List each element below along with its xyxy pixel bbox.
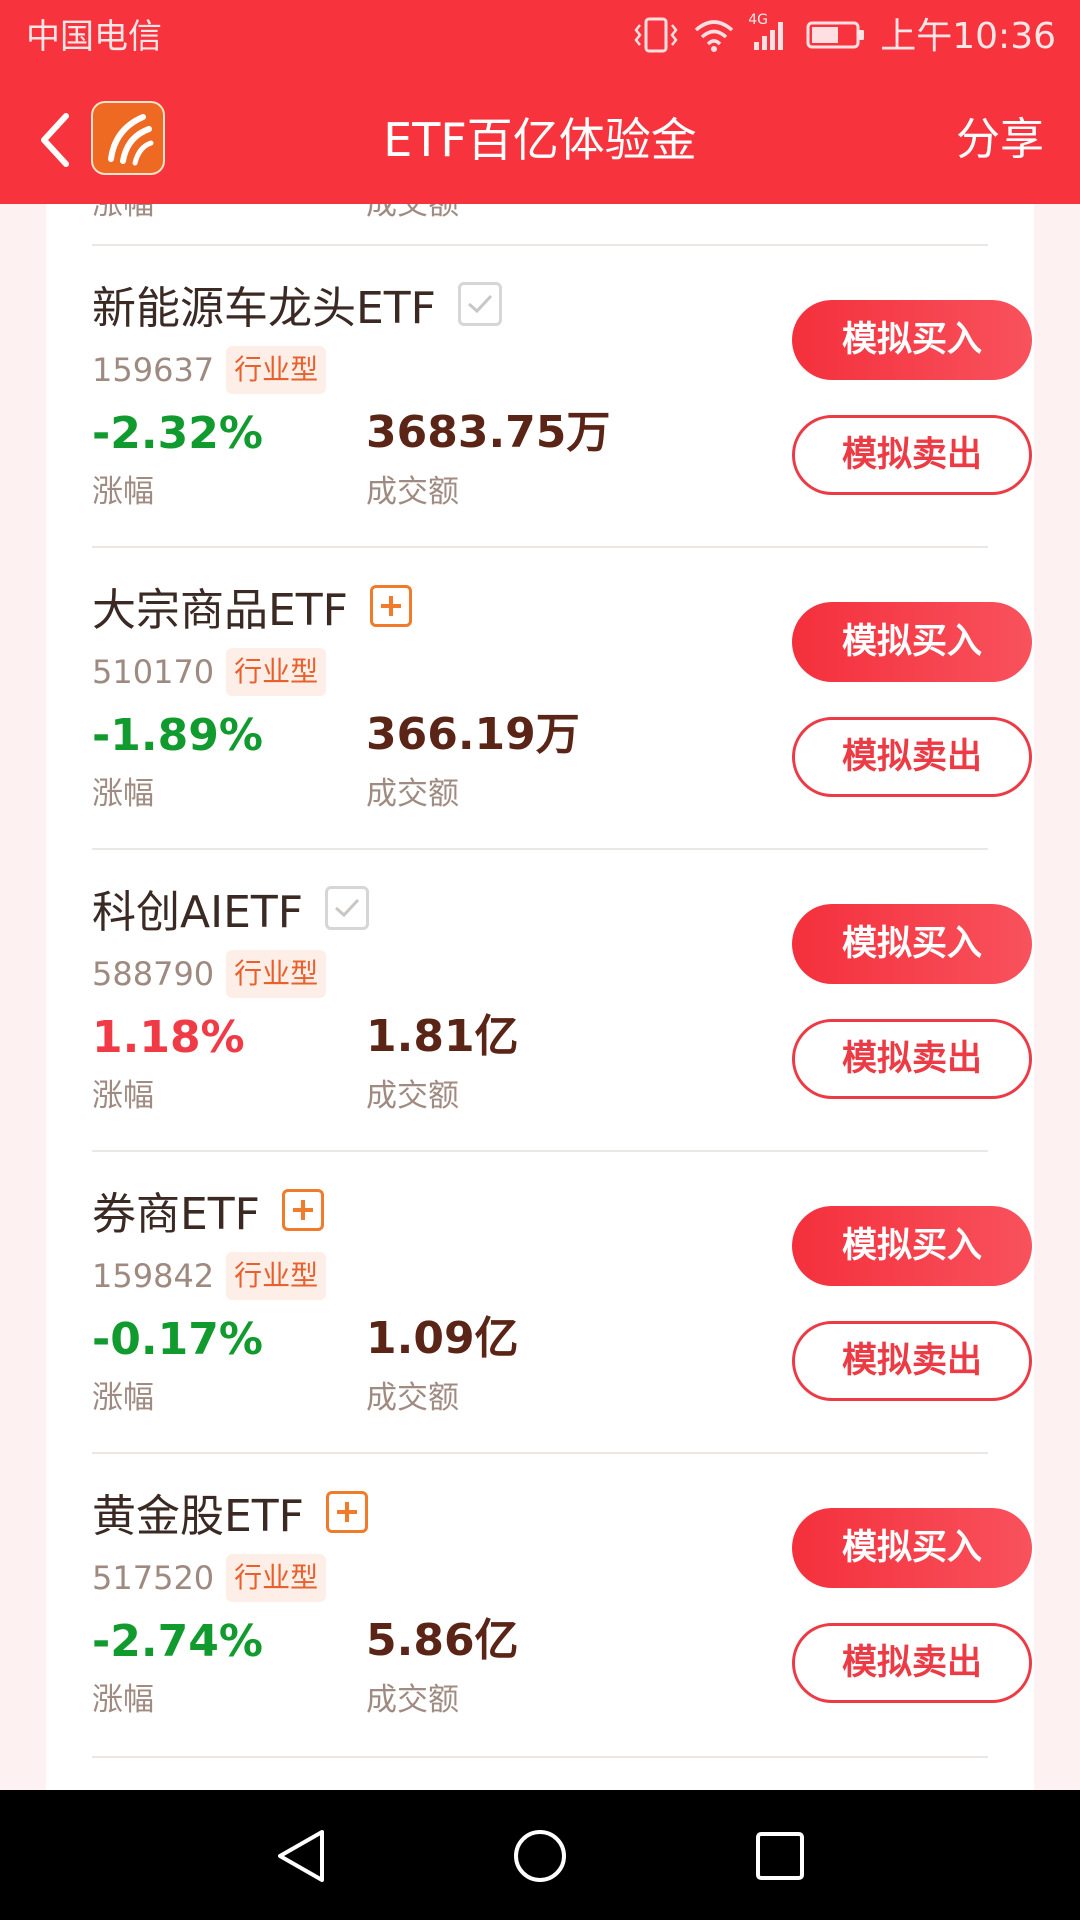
turnover-label: 成交额	[366, 776, 459, 812]
etf-code: 159637	[92, 351, 215, 389]
vibrate-icon	[634, 17, 678, 57]
etf-name: 大宗商品ETF	[92, 585, 348, 636]
simulate-buy-button[interactable]: 模拟买入	[792, 1508, 1032, 1588]
simulate-buy-button[interactable]: 模拟买入	[792, 904, 1032, 984]
simulate-sell-button[interactable]: 模拟卖出	[792, 1623, 1032, 1703]
network-type: 4G	[748, 12, 769, 28]
turnover-amount: 3683.75万	[366, 407, 611, 458]
simulate-sell-button[interactable]: 模拟卖出	[792, 415, 1032, 495]
carrier-name: 中国电信	[26, 17, 162, 57]
etf-code: 517520	[92, 1559, 215, 1597]
change-label: 涨幅	[92, 1078, 154, 1114]
etf-code: 588790	[92, 955, 215, 993]
previous-item-partial: 涨幅 成交额	[92, 204, 692, 238]
turnover-label: 成交额	[366, 1078, 459, 1114]
etf-list-card: 涨幅 成交额 新能源车龙头ETF 159637 行业型 -2.32% 涨幅 36…	[46, 204, 1034, 1790]
turnover-label: 成交额	[366, 1380, 459, 1416]
etf-name: 券商ETF	[92, 1189, 260, 1240]
turnover-label: 成交额	[366, 474, 459, 510]
change-percent: -2.32%	[92, 408, 263, 459]
etf-name: 黄金股ETF	[92, 1491, 304, 1542]
simulate-buy-button[interactable]: 模拟买入	[792, 300, 1032, 380]
plus-square-icon[interactable]	[326, 1491, 368, 1533]
status-time: 上午10:36	[880, 16, 1056, 57]
circle-home-icon[interactable]	[512, 1826, 568, 1890]
nav-bar: ETF百亿体验金 分享	[0, 76, 1080, 204]
etf-item: 券商ETF 159842 行业型 -0.17% 涨幅 1.09亿 成交额 模拟买…	[92, 1152, 1032, 1454]
etf-name: 科创AIETF	[92, 887, 304, 938]
category-tag: 行业型	[226, 1554, 327, 1602]
simulate-sell-button[interactable]: 模拟卖出	[792, 1321, 1032, 1401]
change-percent: -2.74%	[92, 1616, 263, 1667]
simulate-buy-button[interactable]: 模拟买入	[792, 1206, 1032, 1286]
etf-code: 159842	[92, 1257, 215, 1295]
turnover-label: 成交额	[366, 1682, 459, 1718]
turnover-amount: 1.81亿	[366, 1011, 519, 1062]
wifi-icon	[694, 18, 734, 56]
etf-item: 新能源车龙头ETF 159637 行业型 -2.32% 涨幅 3683.75万 …	[92, 246, 1032, 548]
status-bar: 中国电信 4G 上午10:36	[0, 0, 1080, 76]
previous-amount-label: 成交额	[366, 204, 459, 222]
change-label: 涨幅	[92, 1380, 154, 1416]
change-percent: 1.18%	[92, 1012, 245, 1063]
etf-item: 科创AIETF 588790 行业型 1.18% 涨幅 1.81亿 成交额 模拟…	[92, 850, 1032, 1152]
simulate-sell-button[interactable]: 模拟卖出	[792, 717, 1032, 797]
square-recent-icon[interactable]	[752, 1826, 808, 1890]
simulate-buy-button[interactable]: 模拟买入	[792, 602, 1032, 682]
app-logo	[91, 101, 165, 175]
category-tag: 行业型	[226, 648, 327, 696]
etf-name: 新能源车龙头ETF	[92, 283, 436, 334]
triangle-back-icon[interactable]	[274, 1826, 330, 1890]
system-navigation-bar	[0, 1790, 1080, 1920]
change-percent: -0.17%	[92, 1314, 263, 1365]
page-title: ETF百亿体验金	[383, 113, 697, 167]
turnover-amount: 366.19万	[366, 709, 580, 760]
change-label: 涨幅	[92, 776, 154, 812]
check-square-icon[interactable]	[458, 282, 502, 326]
turnover-amount: 1.09亿	[366, 1313, 519, 1364]
change-label: 涨幅	[92, 1682, 154, 1718]
signal-icon: 4G	[748, 12, 790, 56]
check-square-icon[interactable]	[325, 886, 370, 930]
etf-item: 黄金股ETF 517520 行业型 -2.74% 涨幅 5.86亿 成交额 模拟…	[92, 1454, 1032, 1756]
previous-change-label: 涨幅	[92, 204, 154, 222]
plus-square-icon[interactable]	[370, 585, 412, 627]
category-tag: 行业型	[226, 346, 327, 394]
share-button[interactable]: 分享	[956, 76, 1044, 204]
category-tag: 行业型	[226, 950, 327, 998]
turnover-amount: 5.86亿	[366, 1615, 519, 1666]
simulate-sell-button[interactable]: 模拟卖出	[792, 1019, 1032, 1099]
battery-icon	[806, 20, 866, 54]
plus-square-icon[interactable]	[282, 1189, 324, 1231]
category-tag: 行业型	[226, 1252, 327, 1300]
change-percent: -1.89%	[92, 710, 263, 761]
divider	[92, 1756, 988, 1758]
chevron-left-icon[interactable]	[34, 108, 74, 172]
etf-item: 大宗商品ETF 510170 行业型 -1.89% 涨幅 366.19万 成交额…	[92, 548, 1032, 850]
status-icons: 4G 上午10:36	[618, 12, 1056, 60]
change-label: 涨幅	[92, 474, 154, 510]
etf-code: 510170	[92, 653, 215, 691]
